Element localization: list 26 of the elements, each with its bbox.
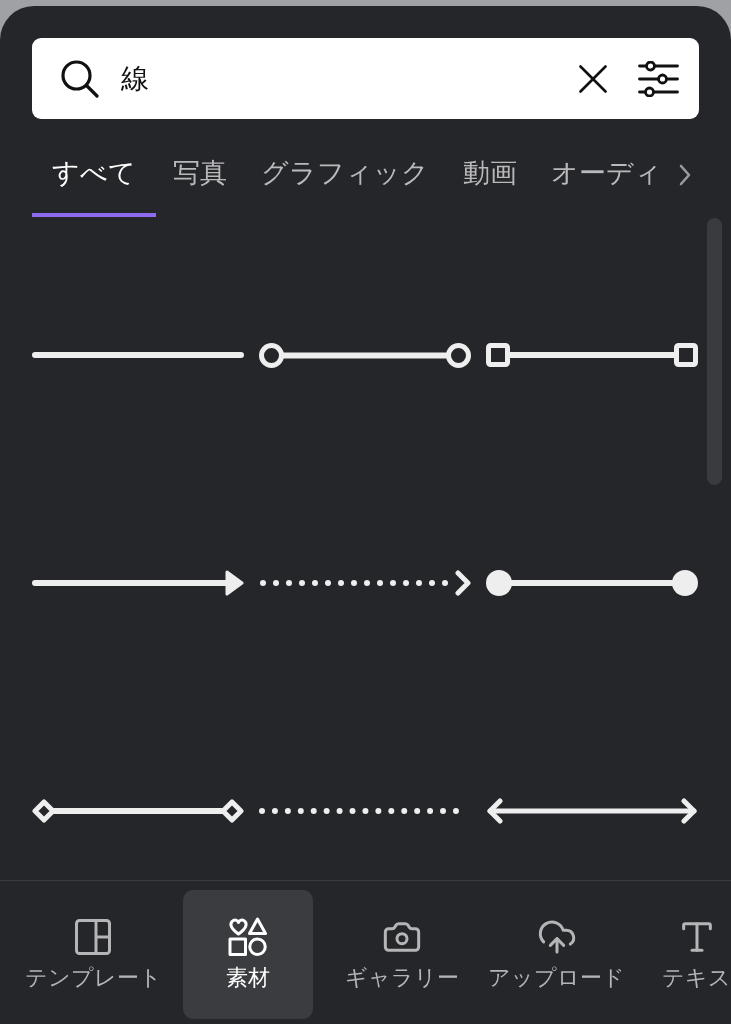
chevron-right-icon[interactable] xyxy=(679,164,691,186)
ring-ended-line-icon[interactable] xyxy=(259,342,471,368)
arrow-icon[interactable] xyxy=(32,570,244,596)
tab[interactable]: 動画 xyxy=(446,140,534,217)
sliders-icon[interactable] xyxy=(638,60,679,97)
tab[interactable]: すべて xyxy=(32,140,156,217)
nav-item[interactable]: テキス xyxy=(662,890,731,1019)
dot-ended-line-icon[interactable] xyxy=(486,570,698,596)
search-field[interactable]: 線 xyxy=(32,38,699,119)
dotted-arrow-icon[interactable] xyxy=(259,570,471,596)
search-icon xyxy=(61,59,99,98)
tab[interactable]: オーディ xyxy=(534,140,679,217)
double-arrow-icon[interactable] xyxy=(486,798,698,824)
diamond-ended-line-icon[interactable] xyxy=(32,799,244,823)
square-ended-line-icon[interactable] xyxy=(486,343,698,367)
nav-item[interactable]: 素材 xyxy=(182,890,313,1019)
layout-icon xyxy=(75,919,111,955)
nav-item[interactable]: アップロード xyxy=(491,890,622,1019)
nav-item[interactable]: ギャラリー xyxy=(337,890,467,1019)
dotted-line-icon[interactable] xyxy=(259,808,459,814)
shapes-icon xyxy=(227,917,268,957)
search-input[interactable]: 線 xyxy=(121,56,569,101)
tab[interactable]: グラフィック xyxy=(244,140,446,217)
nav-item[interactable]: テンプレート xyxy=(28,890,158,1019)
close-icon[interactable] xyxy=(579,64,607,93)
tab[interactable]: 写真 xyxy=(156,140,244,217)
